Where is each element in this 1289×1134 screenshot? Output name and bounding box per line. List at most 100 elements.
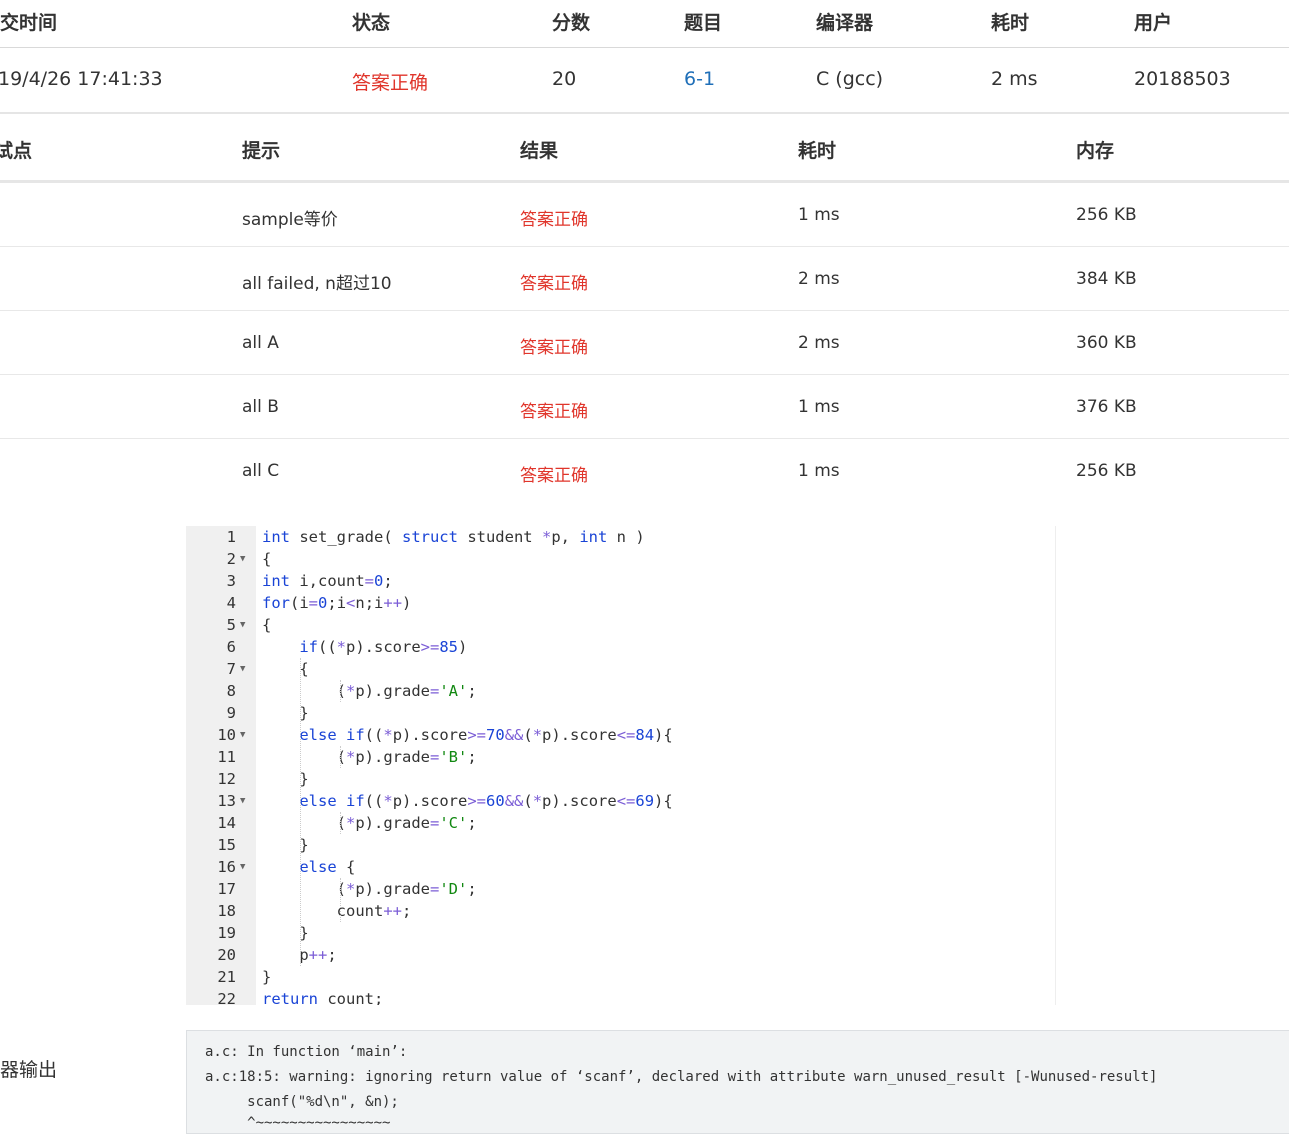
code-line[interactable]: 2 ▼ { (186, 548, 1055, 570)
submit-time: 19/4/26 17:41:33 (0, 68, 163, 90)
code-line[interactable]: 21} (186, 966, 1055, 988)
indent-guide (300, 658, 301, 966)
table-row: all A 答案正确 2 ms 360 KB (0, 311, 1289, 375)
code-text: int i,count=0; (262, 572, 393, 590)
code-line[interactable]: 3 int i,count=0; (186, 570, 1055, 592)
problem-link[interactable]: 6-1 (684, 68, 715, 90)
line-number: 11 (217, 748, 236, 766)
code-line[interactable]: 15 } (186, 834, 1055, 856)
code-text: for(i=0;i<n;i++) (262, 594, 412, 612)
fold-arrow-icon[interactable]: ▼ (240, 790, 245, 812)
testcase-result: 答案正确 (520, 338, 588, 358)
testcase-hint: all C (242, 461, 280, 481)
fold-arrow-icon[interactable]: ▼ (240, 724, 245, 746)
col-user: 用户 (1134, 12, 1173, 34)
line-number: 3 (226, 572, 236, 590)
line-number: 18 (217, 902, 236, 920)
line-number: 8 (226, 682, 236, 700)
status-badge: 答案正确 (352, 72, 429, 94)
code-text: return count; (262, 990, 384, 1005)
testcase-result: 答案正确 (520, 210, 588, 230)
user-value[interactable]: 20188503 (1134, 68, 1231, 90)
testcase-time: 1 ms (798, 397, 840, 417)
testcase-result: 答案正确 (520, 466, 588, 486)
code-line[interactable]: 20 p++; (186, 944, 1055, 966)
fold-arrow-icon[interactable]: ▼ (240, 548, 245, 570)
col-status: 状态 (352, 12, 391, 34)
line-number: 1 (226, 528, 236, 546)
submission-row: 19/4/26 17:41:33 答案正确 20 6-1 C (gcc) 2 m… (0, 48, 1289, 114)
compiler-output-line: ^~~~~~~~~~~~~~~~~ (205, 1115, 391, 1131)
code-line[interactable]: 11 (*p).grade='B'; (186, 746, 1055, 768)
code-text: if((*p).score>=85) (299, 638, 468, 656)
table-row: all C 答案正确 1 ms 256 KB (0, 439, 1289, 502)
col-time: 耗时 (798, 140, 837, 162)
indent-guide (340, 746, 341, 768)
compiler-value: C (gcc) (816, 68, 884, 90)
line-number: 12 (217, 770, 236, 788)
compiler-output-line: a.c:18:5: warning: ignoring return value… (205, 1069, 1158, 1085)
code-editor[interactable]: 1 int set_grade( struct student *p, int n… (186, 526, 1056, 1005)
line-number: 13 (217, 792, 236, 810)
fold-arrow-icon[interactable]: ▼ (240, 658, 245, 680)
col-memory: 内存 (1076, 140, 1115, 162)
indent-guide (340, 878, 341, 922)
testcase-result: 答案正确 (520, 402, 588, 422)
line-number: 10 (217, 726, 236, 744)
testcase-time: 2 ms (798, 333, 840, 353)
code-line[interactable]: 18 count++; (186, 900, 1055, 922)
code-text: } (262, 924, 309, 942)
score-value: 20 (552, 68, 577, 90)
testcase-result: 答案正确 (520, 274, 588, 294)
indent-guide (340, 680, 341, 702)
line-number: 14 (217, 814, 236, 832)
code-line[interactable]: 13 ▼ else if((*p).score>=60&&(*p).score<=… (186, 790, 1055, 812)
col-compiler: 编译器 (816, 12, 874, 34)
code-line[interactable]: 17 (*p).grade='D'; (186, 878, 1055, 900)
code-text: count++; (262, 902, 412, 920)
code-text: { (262, 550, 272, 568)
testcase-time: 1 ms (798, 205, 840, 225)
code-text: else if((*p).score>=70&&(*p).score<=84){ (299, 726, 673, 744)
code-line[interactable]: 7 ▼ { (186, 658, 1055, 680)
code-line[interactable]: 16 ▼ else { (186, 856, 1055, 878)
line-number: 6 (226, 638, 236, 656)
submission-table-header: 交时间 状态 分数 题目 编译器 耗时 用户 (0, 0, 1289, 48)
line-number: 5 (226, 616, 236, 634)
line-number: 2 (226, 550, 236, 568)
fold-arrow-icon[interactable]: ▼ (240, 614, 245, 636)
code-text: else { (299, 858, 356, 876)
table-row: sample等价 答案正确 1 ms 256 KB (0, 183, 1289, 247)
testcase-hint: all B (242, 397, 279, 417)
code-line[interactable]: 10 ▼ else if((*p).score>=70&&(*p).score<=… (186, 724, 1055, 746)
code-line[interactable]: 19 } (186, 922, 1055, 944)
compiler-output-box: a.c: In function ‘main’: a.c:18:5: warni… (186, 1030, 1289, 1134)
code-text: else if((*p).score>=60&&(*p).score<=69){ (299, 792, 673, 810)
code-line[interactable]: 6 if((*p).score>=85) (186, 636, 1055, 658)
code-text: (*p).grade='A'; (262, 682, 477, 700)
code-text: (*p).grade='B'; (262, 748, 477, 766)
line-number: 9 (226, 704, 236, 722)
line-number: 22 (217, 990, 236, 1005)
col-result: 结果 (520, 140, 559, 162)
line-number: 20 (217, 946, 236, 964)
code-text: } (262, 836, 309, 854)
testcase-memory: 256 KB (1076, 461, 1137, 481)
fold-arrow-icon[interactable]: ▼ (240, 856, 245, 878)
code-line[interactable]: 4 for(i=0;i<n;i++) (186, 592, 1055, 614)
code-line[interactable]: 5 ▼ { (186, 614, 1055, 636)
code-line[interactable]: 8 (*p).grade='A'; (186, 680, 1055, 702)
col-submit-time: 交时间 (0, 12, 58, 34)
testcase-memory: 256 KB (1076, 205, 1137, 225)
testcase-hint: all A (242, 333, 279, 353)
line-number: 15 (217, 836, 236, 854)
code-line[interactable]: 22 return count; (186, 988, 1055, 1005)
compiler-output-label: 器输出 (0, 1059, 58, 1081)
line-number: 4 (226, 594, 236, 612)
testcase-hint: all failed, n超过10 (242, 274, 392, 294)
code-line[interactable]: 12 } (186, 768, 1055, 790)
code-line[interactable]: 9 } (186, 702, 1055, 724)
col-problem: 题目 (684, 12, 723, 34)
code-line[interactable]: 1 int set_grade( struct student *p, int n… (186, 526, 1055, 548)
code-line[interactable]: 14 (*p).grade='C'; (186, 812, 1055, 834)
